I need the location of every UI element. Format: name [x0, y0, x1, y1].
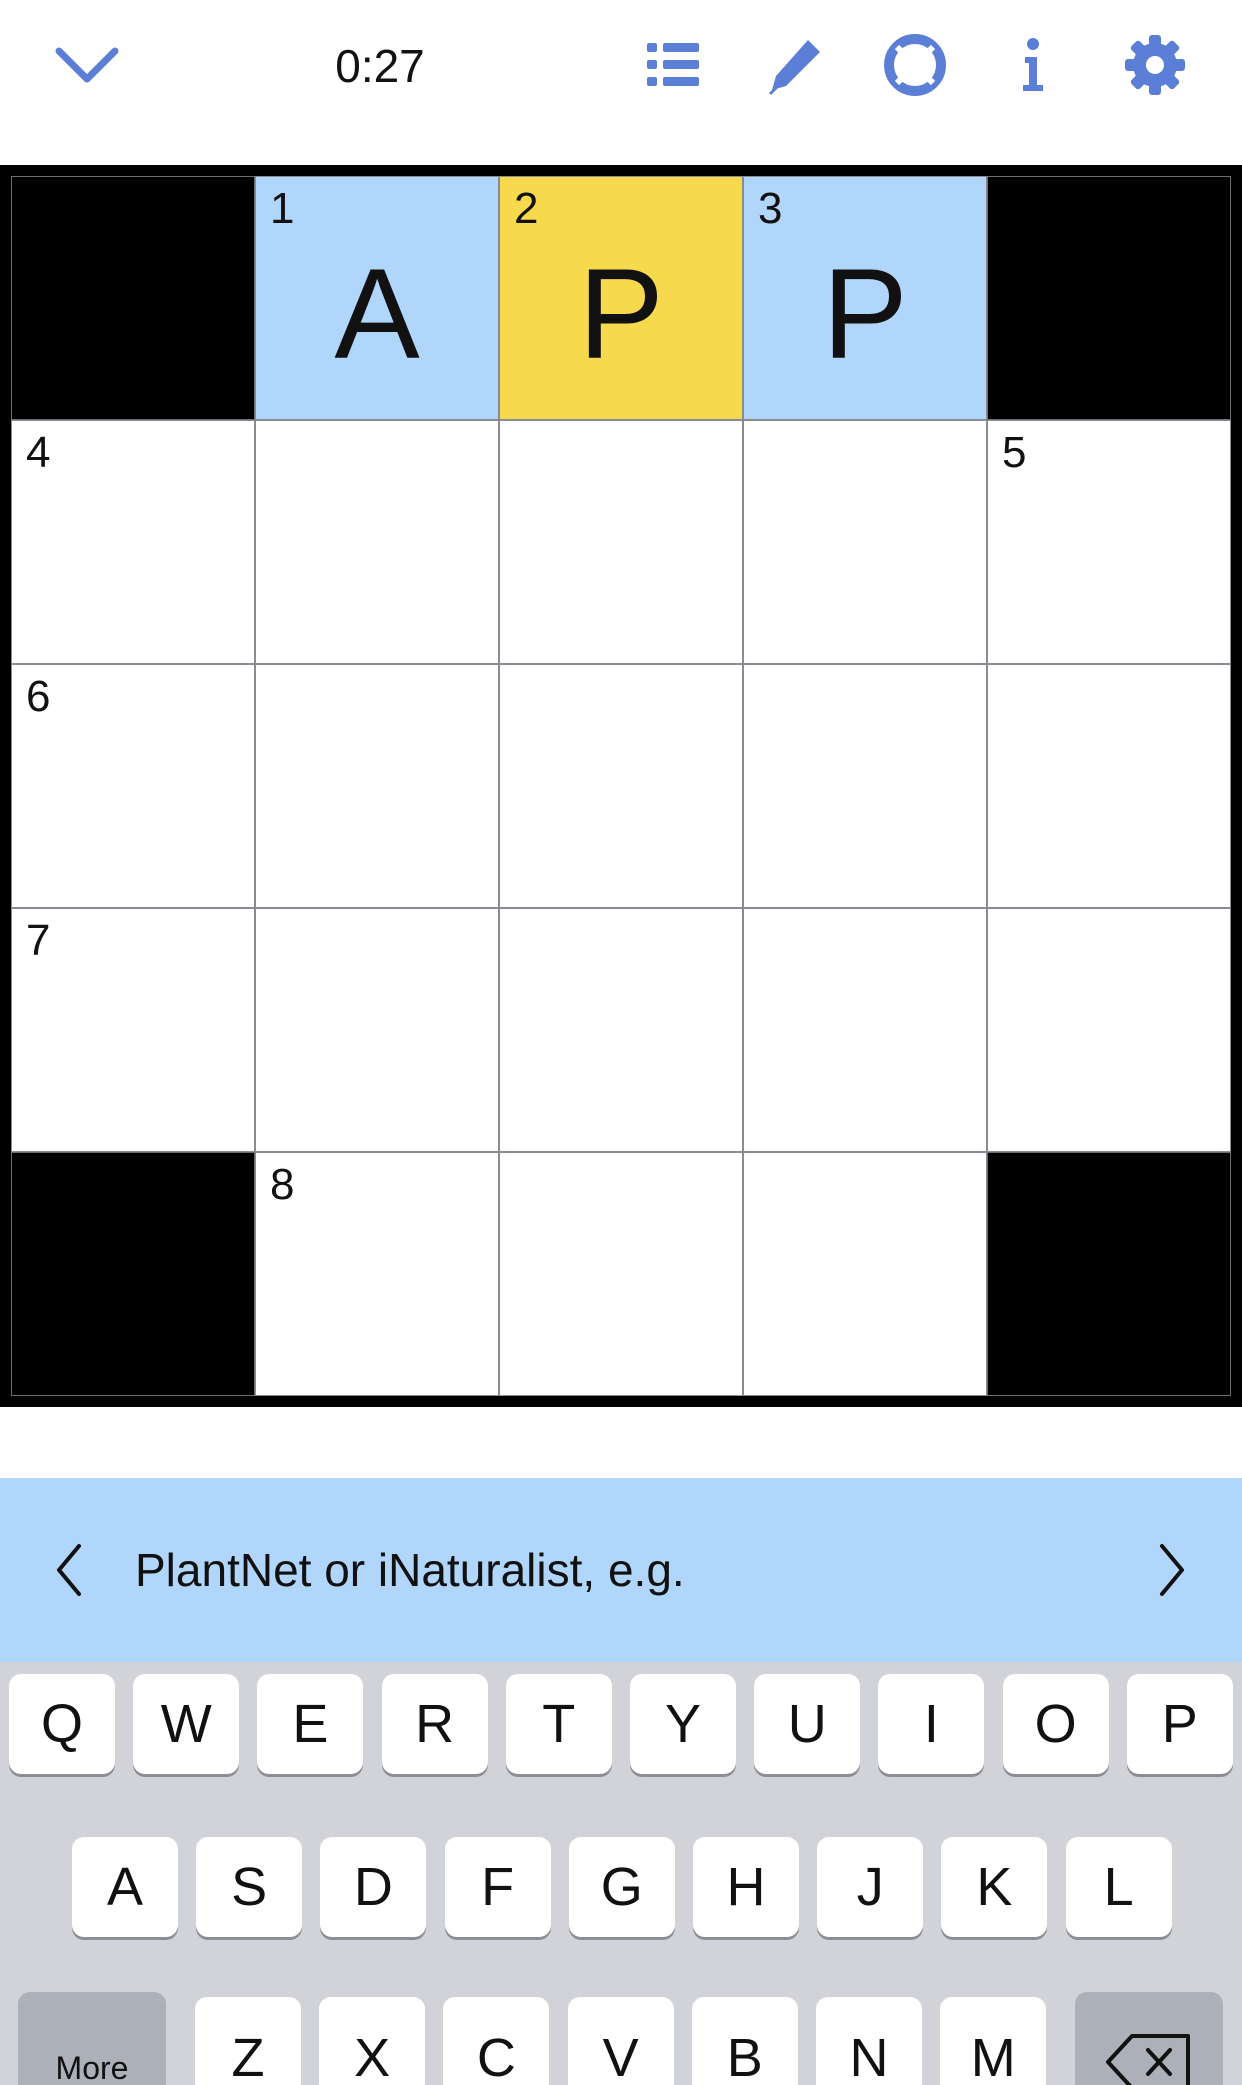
- grid-cell[interactable]: [743, 420, 987, 664]
- key-j[interactable]: J: [817, 1837, 924, 1937]
- key-s[interactable]: S: [196, 1837, 303, 1937]
- timer: 0:27: [335, 40, 425, 92]
- grid-cell-block: [11, 176, 255, 420]
- key-x[interactable]: X: [319, 1997, 426, 2085]
- key-t[interactable]: T: [505, 1674, 612, 1774]
- key-u[interactable]: U: [754, 1674, 861, 1774]
- key-o[interactable]: O: [1002, 1674, 1109, 1774]
- key-c[interactable]: C: [443, 1997, 550, 2085]
- grid-cell[interactable]: [499, 1152, 743, 1396]
- grid-cell[interactable]: 4: [11, 420, 255, 664]
- key-k[interactable]: K: [941, 1837, 1048, 1937]
- clue-number: 2: [514, 184, 539, 233]
- grid-cell[interactable]: [499, 420, 743, 664]
- gear-icon[interactable]: [1118, 28, 1192, 102]
- key-w[interactable]: W: [133, 1674, 240, 1774]
- grid-cell[interactable]: [499, 664, 743, 908]
- grid-cell[interactable]: 3P: [743, 176, 987, 420]
- key-h[interactable]: H: [693, 1837, 799, 1937]
- clue-text: PlantNet or iNaturalist, e.g.: [135, 1544, 685, 1596]
- key-a[interactable]: A: [72, 1837, 178, 1937]
- key-n[interactable]: N: [816, 1997, 922, 2085]
- key-m[interactable]: M: [940, 1997, 1047, 2085]
- key-f[interactable]: F: [444, 1837, 551, 1937]
- key-q[interactable]: Q: [9, 1674, 115, 1774]
- grid-cell[interactable]: [255, 908, 499, 1152]
- key-l[interactable]: L: [1065, 1837, 1172, 1937]
- grid-cell[interactable]: [743, 664, 987, 908]
- clue-number: 7: [26, 916, 51, 965]
- grid-cell[interactable]: 8: [255, 1152, 499, 1396]
- key-i[interactable]: I: [878, 1674, 985, 1774]
- key-g[interactable]: G: [568, 1837, 675, 1937]
- clue-number: 1: [270, 184, 295, 233]
- grid-cell[interactable]: [743, 1152, 987, 1396]
- next-clue-icon[interactable]: [1133, 1530, 1213, 1610]
- more-key[interactable]: More: [18, 1992, 166, 2085]
- clue-number: 8: [270, 1160, 295, 1209]
- grid-cell[interactable]: [499, 908, 743, 1152]
- key-v[interactable]: V: [567, 1997, 674, 2085]
- grid-cell-block: [987, 1152, 1231, 1396]
- grid-cell-block: [987, 176, 1231, 420]
- info-icon[interactable]: [996, 28, 1070, 102]
- key-p[interactable]: P: [1126, 1674, 1233, 1774]
- grid-cell[interactable]: 1A: [255, 176, 499, 420]
- clue-number: 6: [26, 672, 51, 721]
- grid-cell[interactable]: [987, 908, 1231, 1152]
- grid-cell-block: [11, 1152, 255, 1396]
- pencil-icon[interactable]: [758, 28, 832, 102]
- grid-cell[interactable]: 2P: [499, 176, 743, 420]
- crossword-board: 1A2P3P45678: [0, 165, 1242, 1407]
- grid-cell[interactable]: [255, 664, 499, 908]
- top-bar: 0:27: [0, 0, 1242, 130]
- crossword-grid: 1A2P3P45678: [11, 176, 1231, 1396]
- grid-cell[interactable]: [987, 664, 1231, 908]
- cell-letter: P: [578, 243, 664, 386]
- clue-bar[interactable]: PlantNet or iNaturalist, e.g.: [0, 1478, 1242, 1662]
- key-b[interactable]: B: [691, 1997, 798, 2085]
- key-r[interactable]: R: [381, 1674, 488, 1774]
- cell-letter: P: [822, 243, 908, 386]
- clue-number: 3: [758, 184, 783, 233]
- chevron-down-icon[interactable]: [50, 28, 124, 102]
- previous-clue-icon[interactable]: [28, 1530, 108, 1610]
- key-e[interactable]: E: [257, 1674, 364, 1774]
- grid-cell[interactable]: [255, 420, 499, 664]
- help-lifebuoy-icon[interactable]: [878, 28, 952, 102]
- grid-cell[interactable]: 7: [11, 908, 255, 1152]
- key-z[interactable]: Z: [195, 1997, 301, 2085]
- grid-cell[interactable]: 5: [987, 420, 1231, 664]
- grid-cell[interactable]: [743, 908, 987, 1152]
- clue-number: 5: [1002, 428, 1027, 477]
- key-d[interactable]: D: [320, 1837, 427, 1937]
- clue-number: 4: [26, 428, 51, 477]
- more-key-label: More: [55, 2050, 129, 2085]
- backspace-key[interactable]: [1075, 1992, 1223, 2085]
- key-y[interactable]: Y: [630, 1674, 736, 1774]
- keyboard: More QWERTYUIOP ASDFGHJKL ZXCVBNM: [0, 1662, 1242, 2085]
- grid-cell[interactable]: 6: [11, 664, 255, 908]
- list-icon[interactable]: [636, 28, 710, 102]
- backspace-icon: [1106, 2034, 1190, 2085]
- cell-letter: A: [334, 243, 420, 386]
